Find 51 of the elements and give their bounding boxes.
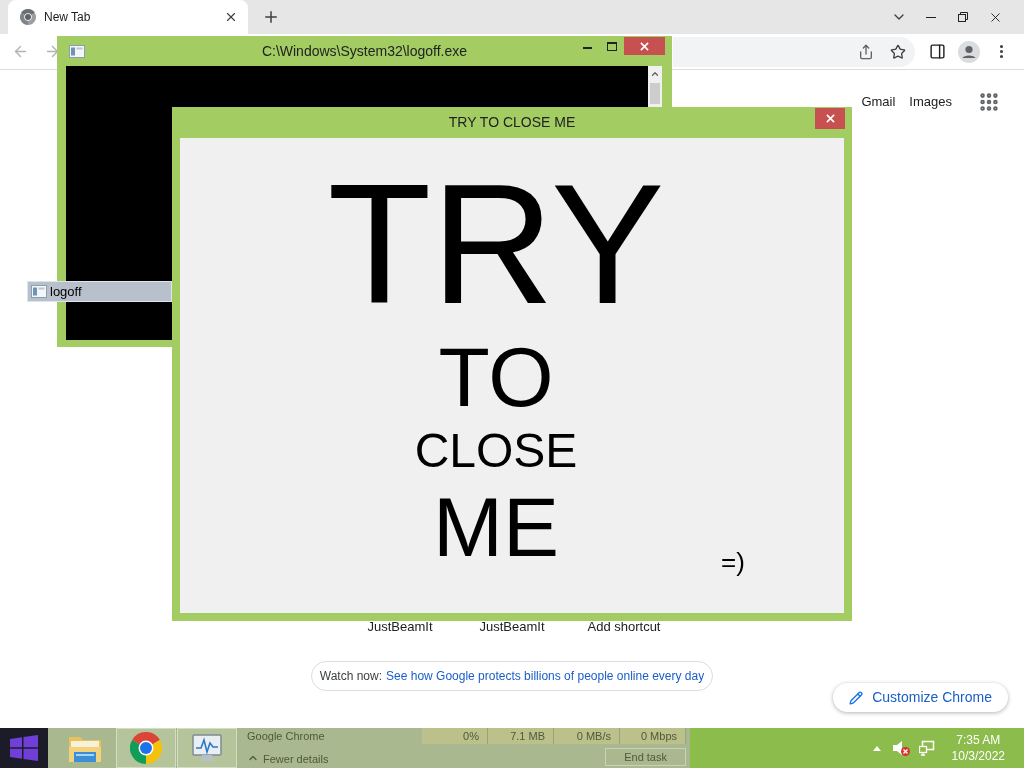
- big-text: CLOSE: [414, 427, 578, 475]
- big-text: TRY: [327, 159, 665, 329]
- taskbar-app-button[interactable]: [116, 728, 176, 768]
- chrome-logo-icon: [130, 732, 162, 764]
- close-button[interactable]: [815, 108, 845, 129]
- table-cell: 7.1 MB: [488, 728, 554, 744]
- window-title: C:\Windows\System32\logoff.exe: [260, 42, 469, 61]
- browser-tab[interactable]: New Tab: [8, 0, 248, 34]
- fewer-details-link[interactable]: Fewer details: [263, 752, 329, 766]
- chrome-logo-icon: [20, 9, 36, 25]
- process-name: Google Chrome: [247, 728, 325, 744]
- new-tab-icon[interactable]: [262, 8, 280, 26]
- monitor-chart-icon: [190, 733, 224, 763]
- shortcut-label[interactable]: JustBeamIt: [456, 617, 568, 637]
- customize-button[interactable]: Customize Chrome: [833, 683, 1008, 712]
- close-button[interactable]: [624, 37, 665, 55]
- side-panel-icon[interactable]: [928, 43, 946, 60]
- end-task-button[interactable]: End task: [605, 748, 686, 766]
- window-title: TRY TO CLOSE ME: [447, 113, 577, 132]
- shortcut-label[interactable]: Add shortcut: [568, 617, 680, 637]
- table-cell: 0 MB/s: [554, 728, 620, 744]
- shortcut-label[interactable]: JustBeamIt: [344, 617, 456, 637]
- scrollbar[interactable]: [648, 66, 662, 107]
- header-link[interactable]: Gmail: [861, 92, 896, 112]
- table-cell: 0 Mbps: [620, 728, 686, 744]
- scroll-up-icon[interactable]: [650, 69, 660, 79]
- big-text: TO: [438, 335, 554, 419]
- maximize-icon[interactable]: [607, 42, 617, 51]
- share-icon[interactable]: [858, 43, 874, 60]
- close-icon: [640, 41, 649, 51]
- muted-speaker-icon[interactable]: [892, 740, 910, 756]
- close-icon[interactable]: [224, 10, 238, 24]
- minimize-icon[interactable]: [926, 16, 936, 18]
- promo-label: Watch now:: [319, 668, 382, 685]
- window-app-icon: [69, 44, 85, 58]
- scrollbar-thumb[interactable]: [650, 83, 660, 104]
- close-icon: [825, 114, 835, 123]
- taskbar-app-button[interactable]: [177, 728, 237, 768]
- big-text: ME: [433, 485, 559, 569]
- drag-item[interactable]: logoff: [27, 281, 172, 302]
- star-icon[interactable]: [890, 43, 906, 60]
- windows-logo-icon[interactable]: [10, 735, 38, 761]
- apps-grid-icon[interactable]: [978, 91, 1000, 113]
- promo-link[interactable]: See how Google protects billions of people online every day: [386, 667, 705, 685]
- window-app-icon: [31, 285, 47, 298]
- smiley-text: =): [721, 549, 745, 575]
- avatar-icon[interactable]: [958, 40, 980, 63]
- restore-icon[interactable]: [958, 12, 968, 22]
- pencil-icon: [849, 690, 864, 705]
- header-link[interactable]: Images: [909, 92, 952, 112]
- table-cell: 0%: [422, 728, 488, 744]
